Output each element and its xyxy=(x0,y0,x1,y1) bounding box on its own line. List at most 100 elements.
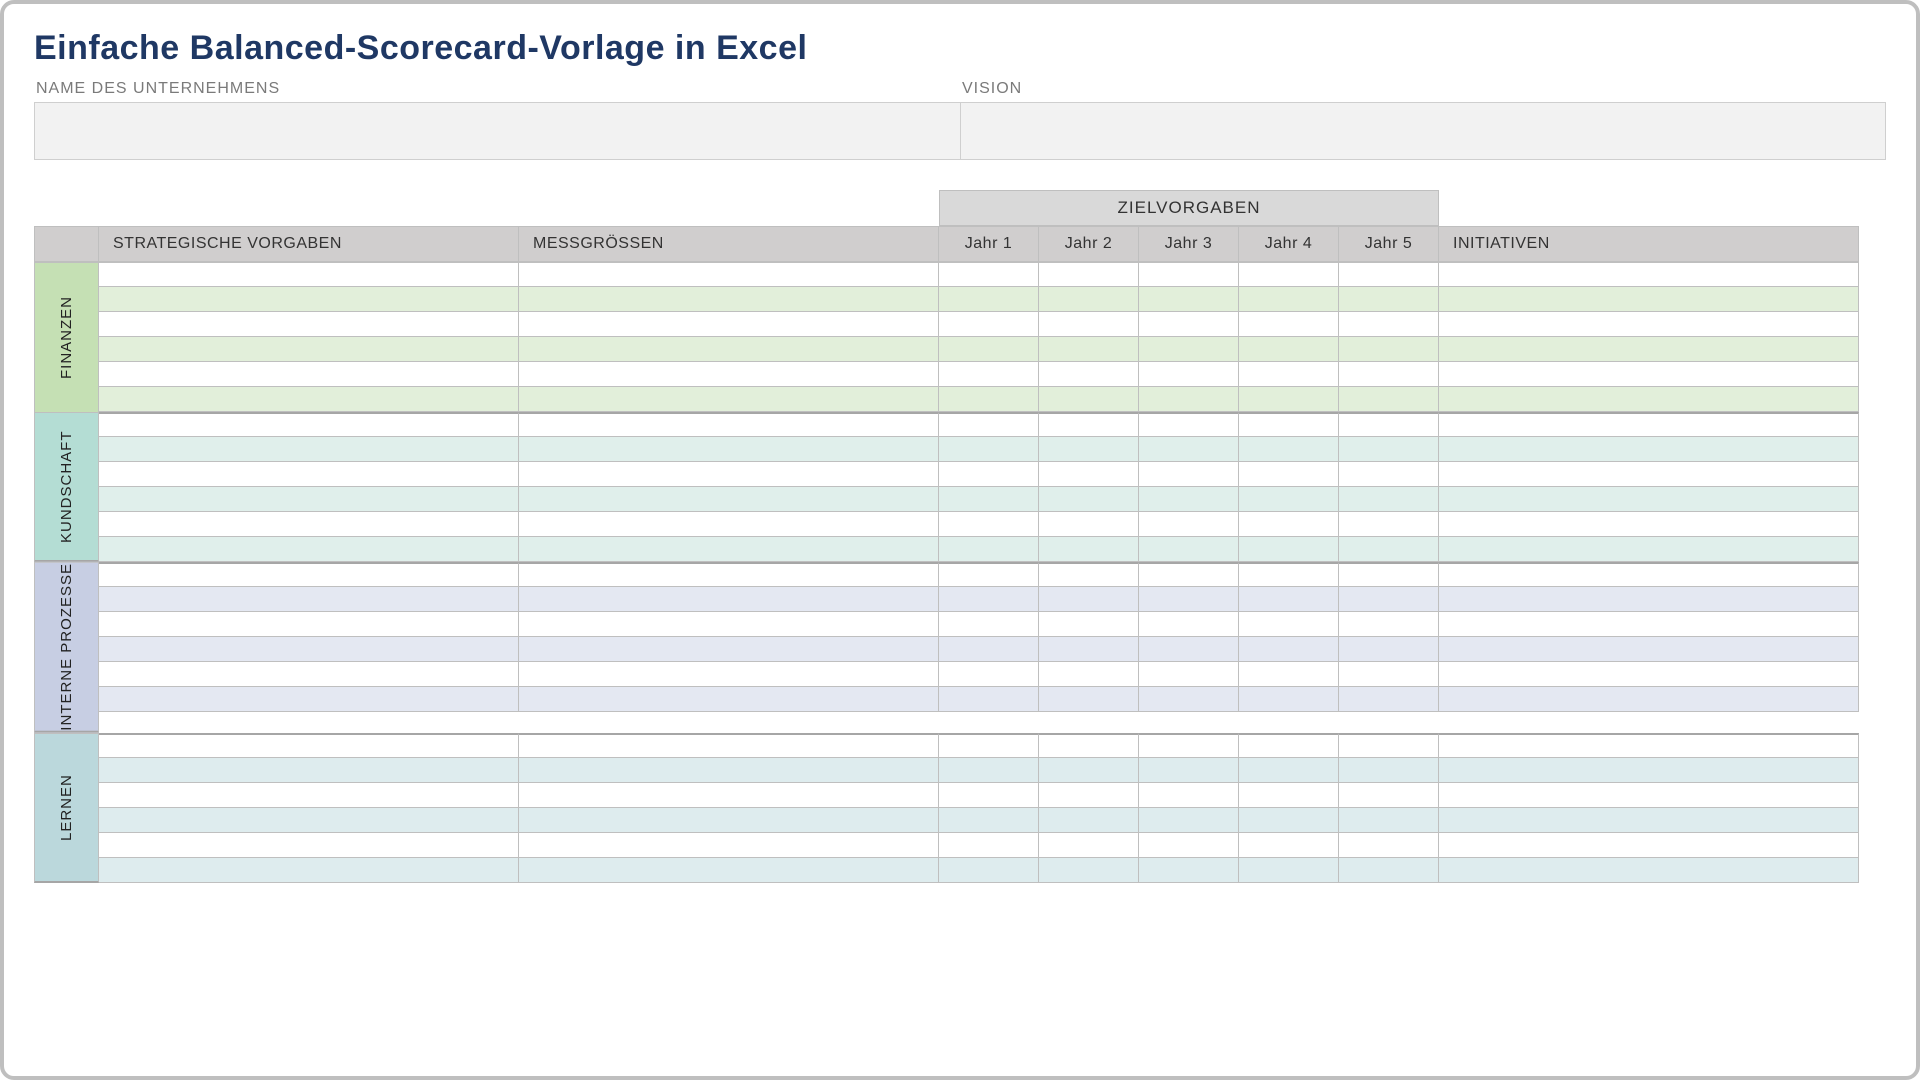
cell-input-y2[interactable] xyxy=(1045,415,1132,435)
cell-input-y3[interactable] xyxy=(1145,513,1232,535)
cell-input-initiatives[interactable] xyxy=(1445,663,1852,685)
cell-input-initiatives[interactable] xyxy=(1445,834,1852,856)
cell-input-initiatives[interactable] xyxy=(1445,463,1852,485)
cell-input-y5[interactable] xyxy=(1345,613,1432,635)
cell-input-initiatives[interactable] xyxy=(1445,613,1852,635)
cell-input-y4[interactable] xyxy=(1245,438,1332,460)
cell-input-initiatives[interactable] xyxy=(1445,859,1852,881)
cell-input-y4[interactable] xyxy=(1245,363,1332,385)
cell-input-y1[interactable] xyxy=(945,736,1032,756)
cell-input-initiatives[interactable] xyxy=(1445,338,1852,360)
cell-input-initiatives[interactable] xyxy=(1445,688,1852,710)
cell-input-measures[interactable] xyxy=(525,538,932,560)
cell-input-y3[interactable] xyxy=(1145,736,1232,756)
cell-input-y1[interactable] xyxy=(945,513,1032,535)
cell-input-y1[interactable] xyxy=(945,834,1032,856)
cell-input-y3[interactable] xyxy=(1145,388,1232,410)
cell-input-initiatives[interactable] xyxy=(1445,488,1852,510)
cell-input-y4[interactable] xyxy=(1245,613,1332,635)
cell-input-y2[interactable] xyxy=(1045,565,1132,585)
cell-input-strategic[interactable] xyxy=(105,613,512,635)
cell-input-y5[interactable] xyxy=(1345,688,1432,710)
cell-input-y4[interactable] xyxy=(1245,264,1332,285)
cell-input-y5[interactable] xyxy=(1345,313,1432,335)
cell-input-strategic[interactable] xyxy=(105,663,512,685)
cell-input-y1[interactable] xyxy=(945,338,1032,360)
cell-input-y1[interactable] xyxy=(945,663,1032,685)
cell-input-measures[interactable] xyxy=(525,313,932,335)
cell-input-initiatives[interactable] xyxy=(1445,538,1852,560)
cell-input-measures[interactable] xyxy=(525,834,932,856)
cell-input-y2[interactable] xyxy=(1045,613,1132,635)
cell-input-initiatives[interactable] xyxy=(1445,513,1852,535)
cell-input-y3[interactable] xyxy=(1145,313,1232,335)
cell-input-strategic[interactable] xyxy=(105,513,512,535)
cell-input-y2[interactable] xyxy=(1045,688,1132,710)
cell-input-initiatives[interactable] xyxy=(1445,784,1852,806)
company-input[interactable] xyxy=(34,102,960,160)
cell-input-y4[interactable] xyxy=(1245,663,1332,685)
cell-input-y3[interactable] xyxy=(1145,663,1232,685)
cell-input-y4[interactable] xyxy=(1245,759,1332,781)
cell-input-y2[interactable] xyxy=(1045,859,1132,881)
cell-input-y4[interactable] xyxy=(1245,415,1332,435)
cell-input-y2[interactable] xyxy=(1045,736,1132,756)
cell-input-y4[interactable] xyxy=(1245,488,1332,510)
cell-input-measures[interactable] xyxy=(525,264,932,285)
cell-input-y3[interactable] xyxy=(1145,538,1232,560)
cell-input-measures[interactable] xyxy=(525,288,932,310)
cell-input-initiatives[interactable] xyxy=(1445,313,1852,335)
cell-input-y5[interactable] xyxy=(1345,736,1432,756)
cell-input-y4[interactable] xyxy=(1245,538,1332,560)
cell-input-y2[interactable] xyxy=(1045,288,1132,310)
cell-input-y5[interactable] xyxy=(1345,663,1432,685)
cell-input-strategic[interactable] xyxy=(105,759,512,781)
cell-input-y2[interactable] xyxy=(1045,759,1132,781)
cell-input-strategic[interactable] xyxy=(105,415,512,435)
cell-input-y4[interactable] xyxy=(1245,736,1332,756)
cell-input-y5[interactable] xyxy=(1345,859,1432,881)
cell-input-y5[interactable] xyxy=(1345,415,1432,435)
cell-input-initiatives[interactable] xyxy=(1445,759,1852,781)
cell-input-y2[interactable] xyxy=(1045,388,1132,410)
cell-input-measures[interactable] xyxy=(525,638,932,660)
cell-input-y1[interactable] xyxy=(945,588,1032,610)
cell-input-y3[interactable] xyxy=(1145,338,1232,360)
cell-input-measures[interactable] xyxy=(525,363,932,385)
cell-input-y1[interactable] xyxy=(945,565,1032,585)
cell-input-y3[interactable] xyxy=(1145,488,1232,510)
cell-input-y3[interactable] xyxy=(1145,784,1232,806)
cell-input-y2[interactable] xyxy=(1045,363,1132,385)
cell-input-strategic[interactable] xyxy=(105,565,512,585)
cell-input-y5[interactable] xyxy=(1345,538,1432,560)
cell-input-measures[interactable] xyxy=(525,338,932,360)
cell-input-y4[interactable] xyxy=(1245,463,1332,485)
cell-input-y1[interactable] xyxy=(945,759,1032,781)
cell-input-measures[interactable] xyxy=(525,415,932,435)
cell-input-y5[interactable] xyxy=(1345,809,1432,831)
cell-input-initiatives[interactable] xyxy=(1445,638,1852,660)
cell-input-y4[interactable] xyxy=(1245,859,1332,881)
cell-input-y1[interactable] xyxy=(945,438,1032,460)
cell-input-y3[interactable] xyxy=(1145,363,1232,385)
cell-input-strategic[interactable] xyxy=(105,859,512,881)
cell-input-y2[interactable] xyxy=(1045,513,1132,535)
cell-input-strategic[interactable] xyxy=(105,809,512,831)
cell-input-y2[interactable] xyxy=(1045,488,1132,510)
cell-input-y4[interactable] xyxy=(1245,638,1332,660)
cell-input-y4[interactable] xyxy=(1245,809,1332,831)
cell-input-initiatives[interactable] xyxy=(1445,809,1852,831)
cell-input-initiatives[interactable] xyxy=(1445,588,1852,610)
cell-input-measures[interactable] xyxy=(525,736,932,756)
cell-input-initiatives[interactable] xyxy=(1445,415,1852,435)
cell-input-strategic[interactable] xyxy=(105,784,512,806)
cell-input-y4[interactable] xyxy=(1245,688,1332,710)
cell-input-measures[interactable] xyxy=(525,784,932,806)
cell-input-y2[interactable] xyxy=(1045,313,1132,335)
cell-input-y5[interactable] xyxy=(1345,338,1432,360)
cell-input-initiatives[interactable] xyxy=(1445,565,1852,585)
cell-input-initiatives[interactable] xyxy=(1445,736,1852,756)
cell-input-y3[interactable] xyxy=(1145,415,1232,435)
cell-input-y1[interactable] xyxy=(945,363,1032,385)
cell-input-y5[interactable] xyxy=(1345,638,1432,660)
